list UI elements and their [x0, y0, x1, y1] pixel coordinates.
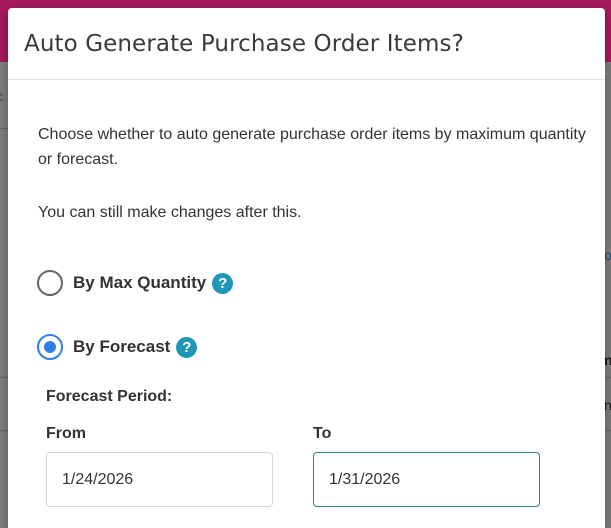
option-label: By Max Quantity [73, 273, 207, 292]
to-label: To [313, 425, 332, 442]
option-by-forecast[interactable]: By Forecast ? [37, 334, 198, 360]
to-date-field[interactable] [313, 452, 540, 507]
bg-divider [0, 430, 8, 431]
bg-text-fragment: n [604, 397, 611, 413]
option-by-max-quantity[interactable]: By Max Quantity ? [37, 270, 234, 296]
dialog-description: Choose whether to auto generate purchase… [38, 126, 586, 168]
bg-divider [605, 377, 611, 378]
from-date-field[interactable] [46, 452, 273, 507]
bg-text-fragment: c [0, 88, 3, 104]
dialog-title: Auto Generate Purchase Order Items? [24, 30, 464, 57]
bg-divider [0, 128, 8, 129]
bg-text-fragment: n [604, 352, 611, 368]
dialog-note: You can still make changes after this. [38, 204, 302, 221]
forecast-period-label: Forecast Period: [46, 388, 173, 405]
help-icon[interactable]: ? [212, 272, 234, 294]
option-label: By Forecast [73, 337, 171, 356]
from-label: From [46, 425, 86, 442]
bg-divider [605, 430, 611, 431]
help-icon[interactable]: ? [176, 336, 198, 358]
auto-generate-dialog: Auto Generate Purchase Order Items? Choo… [8, 8, 605, 528]
bg-text-fragment: o [604, 247, 611, 263]
from-date-input[interactable] [47, 470, 269, 489]
radio-by-forecast[interactable] [37, 334, 63, 360]
radio-by-max-quantity[interactable] [37, 270, 63, 296]
to-date-input[interactable] [314, 470, 536, 489]
bg-divider [0, 377, 8, 378]
dialog-header: Auto Generate Purchase Order Items? [8, 8, 605, 80]
